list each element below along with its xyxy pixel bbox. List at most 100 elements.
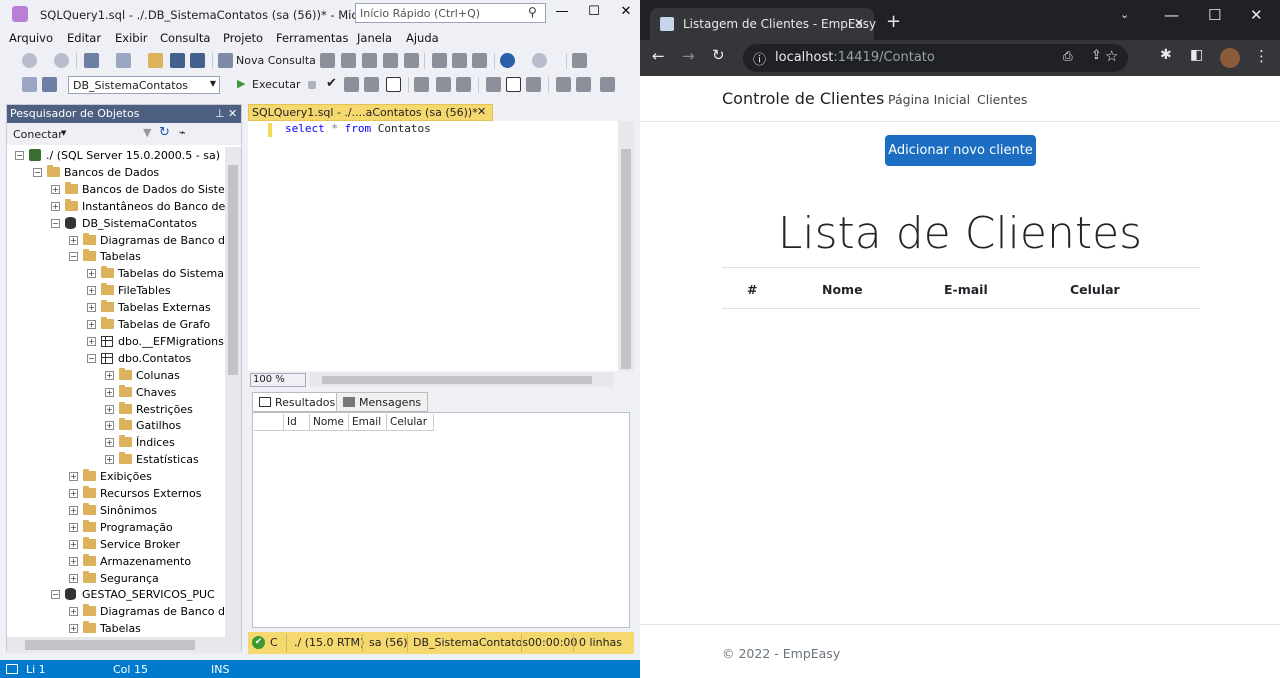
hscroll-thumb[interactable] xyxy=(25,640,195,650)
new-query-button[interactable]: Nova Consulta xyxy=(236,54,316,67)
expand-icon[interactable]: + xyxy=(69,505,78,515)
expand-icon[interactable]: + xyxy=(69,489,78,498)
expand-icon[interactable]: + xyxy=(51,184,60,194)
quick-launch-input[interactable]: Início Rápido (Ctrl+Q) ⚲ xyxy=(355,3,546,23)
expand-icon[interactable]: + xyxy=(87,303,96,313)
menu-kebab-icon[interactable]: ⋮ xyxy=(1254,47,1269,65)
paste-icon[interactable] xyxy=(472,53,487,68)
browser-close-button[interactable]: ✕ xyxy=(1250,6,1263,24)
collapse-icon[interactable]: − xyxy=(69,252,78,262)
results-grid-icon[interactable] xyxy=(344,77,359,92)
new-tab-button[interactable]: + xyxy=(886,11,901,32)
expand-icon[interactable]: + xyxy=(105,421,114,431)
object-explorer-scrollbar[interactable] xyxy=(225,147,241,637)
refresh-icon[interactable]: ↻ xyxy=(159,125,170,140)
share-icon[interactable]: ⇪ xyxy=(1091,48,1102,63)
extensions-icon[interactable]: ✱ xyxy=(1160,47,1172,63)
results-file-icon[interactable] xyxy=(364,77,379,92)
query-icon-5[interactable] xyxy=(404,53,419,68)
editor-hscrollbar[interactable] xyxy=(310,373,614,387)
reload-icon[interactable]: ↻ xyxy=(712,46,725,64)
tab-results[interactable]: Resultados xyxy=(252,392,343,412)
forward-arrow-icon[interactable]: → xyxy=(682,47,695,65)
open-file-icon[interactable] xyxy=(148,53,163,68)
plan-icon-1[interactable] xyxy=(414,77,429,92)
menu-exibir[interactable]: Exibir xyxy=(115,31,148,45)
connect-dropdown-icon[interactable]: ▼ xyxy=(61,129,66,137)
editor-hscroll-thumb[interactable] xyxy=(322,376,592,384)
forward-icon[interactable] xyxy=(54,53,69,68)
expand-icon[interactable]: + xyxy=(69,539,78,549)
plan-icon-4[interactable] xyxy=(486,77,501,92)
expand-icon[interactable]: + xyxy=(69,472,78,482)
cut-icon[interactable] xyxy=(432,53,447,68)
object-explorer-hscrollbar[interactable] xyxy=(7,637,241,653)
expand-icon[interactable]: + xyxy=(69,235,78,245)
expand-icon[interactable]: + xyxy=(105,404,114,414)
expand-icon[interactable]: + xyxy=(69,607,78,617)
expand-icon[interactable]: + xyxy=(69,624,78,634)
connect-button[interactable]: Conectar xyxy=(13,128,63,141)
info-icon[interactable]: ⓘ xyxy=(753,49,766,68)
close-panel-icon[interactable]: ✕ xyxy=(228,107,237,120)
close-tab-icon[interactable]: ✕ xyxy=(477,105,486,118)
back-icon[interactable] xyxy=(22,53,37,68)
browser-tab[interactable]: Listagem de Clientes - EmpEasy ✕ xyxy=(650,8,876,40)
stop-icon[interactable] xyxy=(308,81,316,89)
undo-icon[interactable] xyxy=(500,53,515,68)
expand-icon[interactable]: + xyxy=(105,370,114,380)
query-icon-2[interactable] xyxy=(341,53,356,68)
collapse-icon[interactable]: − xyxy=(15,151,24,160)
plan-icon-6[interactable] xyxy=(526,77,541,92)
expand-icon[interactable]: + xyxy=(51,201,60,211)
expand-icon[interactable]: + xyxy=(105,438,114,448)
close-tab-icon[interactable]: ✕ xyxy=(854,16,864,30)
expand-icon[interactable]: + xyxy=(105,455,114,465)
collapse-icon[interactable]: − xyxy=(87,353,96,363)
nav-pagina-inicial[interactable]: Página Inicial xyxy=(888,92,970,107)
query-text[interactable]: select * from Contatos xyxy=(285,122,431,135)
expand-icon[interactable]: + xyxy=(87,336,96,346)
add-client-button[interactable]: Adicionar novo cliente xyxy=(885,135,1036,166)
expand-icon[interactable]: + xyxy=(69,573,78,583)
site-brand[interactable]: Controle de Clientes xyxy=(722,89,884,108)
profile-avatar[interactable] xyxy=(1220,48,1240,68)
query-icon-1[interactable] xyxy=(320,53,335,68)
change-connection-icon[interactable] xyxy=(42,77,57,92)
collapse-icon[interactable]: − xyxy=(51,590,60,600)
pin-icon[interactable]: ⊥ xyxy=(215,107,225,120)
plan-icon-2[interactable] xyxy=(436,77,451,92)
query-icon-4[interactable] xyxy=(383,53,398,68)
activity-icon[interactable]: ⌁ xyxy=(179,126,186,139)
menu-ajuda[interactable]: Ajuda xyxy=(406,31,439,45)
filter-icon[interactable]: ▼ xyxy=(143,126,151,139)
expand-icon[interactable]: + xyxy=(87,269,96,279)
nav-clientes[interactable]: Clientes xyxy=(977,92,1027,107)
expand-icon[interactable]: + xyxy=(69,556,78,566)
back-arrow-icon[interactable]: ← xyxy=(652,47,665,65)
execute-button[interactable]: Executar xyxy=(252,78,301,91)
uncomment-icon[interactable] xyxy=(576,77,591,92)
toolbar-icon-extra[interactable] xyxy=(572,53,587,68)
connect-icon[interactable] xyxy=(22,77,37,92)
expand-icon[interactable]: + xyxy=(87,286,96,296)
translate-icon[interactable]: ⎙ xyxy=(1063,49,1073,64)
query-editor[interactable] xyxy=(248,121,634,371)
close-button[interactable]: ✕ xyxy=(614,4,638,22)
plan-icon-5[interactable] xyxy=(506,77,521,92)
menu-ferramentas[interactable]: Ferramentas xyxy=(276,31,348,45)
database-select[interactable]: DB_SistemaContatos ▼ xyxy=(68,76,220,94)
query-icon-3[interactable] xyxy=(362,53,377,68)
zoom-select[interactable]: 100 % xyxy=(250,373,306,387)
tab-sqlquery1[interactable]: SQLQuery1.sql - ./....aContatos (sa (56)… xyxy=(248,104,493,121)
minimize-button[interactable]: — xyxy=(550,4,574,22)
redo-icon[interactable] xyxy=(532,53,547,68)
maximize-button[interactable]: ☐ xyxy=(582,4,606,22)
bookmark-star-icon[interactable]: ☆ xyxy=(1105,47,1118,65)
browser-minimize-button[interactable]: — xyxy=(1164,6,1179,24)
tab-messages[interactable]: Mensagens xyxy=(336,392,429,412)
plan-icon-3[interactable] xyxy=(456,77,471,92)
address-bar[interactable]: ⓘ localhost:14419/Contato ⎙ ⇪ ☆ xyxy=(743,44,1128,72)
collapse-icon[interactable]: − xyxy=(51,218,60,228)
side-panel-icon[interactable]: ◧ xyxy=(1190,47,1203,63)
